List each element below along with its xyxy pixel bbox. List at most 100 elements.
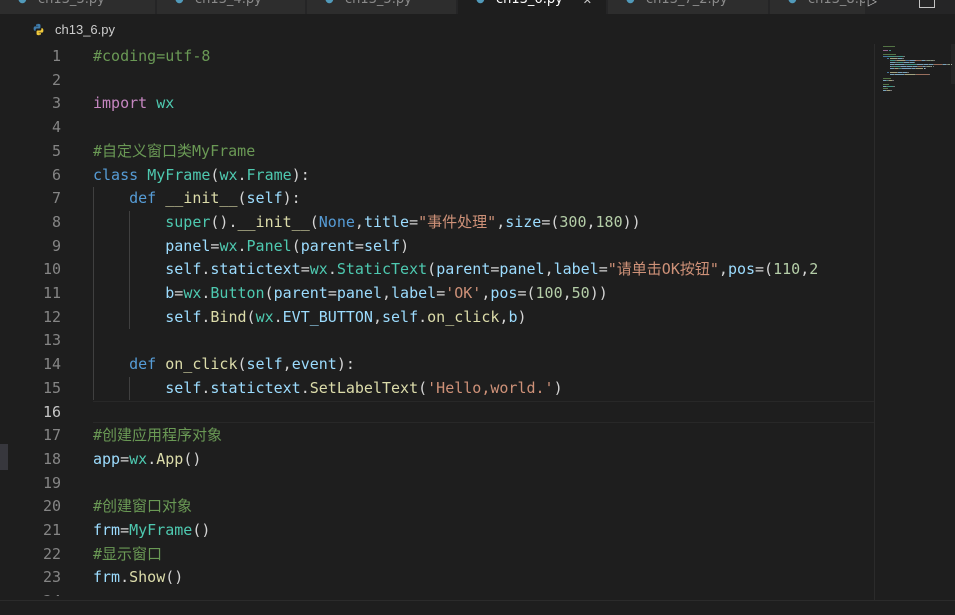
minimap-token [901, 58, 904, 59]
line-number: 9 [51, 236, 61, 255]
python-icon: ● [476, 0, 485, 5]
tab-ch13_3-py[interactable]: ● ch13_3.py [0, 0, 156, 14]
line-number: 12 [42, 307, 61, 326]
code-line[interactable]: class MyFrame(wx.Frame): [93, 164, 874, 187]
minimap-token [883, 50, 889, 51]
code-line[interactable]: app=wx.App() [93, 448, 874, 471]
tab-ch13_6-py[interactable]: ● ch13_6.py ✕ [458, 0, 607, 14]
indent-guide [129, 210, 131, 330]
minimap-token [883, 78, 892, 79]
code-line[interactable] [93, 590, 874, 596]
tab-ch13_8-py[interactable]: ● ch13_8.py [770, 0, 870, 14]
minimap-token [934, 64, 943, 65]
line-number: 16 [42, 402, 61, 421]
indent-guide [93, 187, 94, 401]
minimap-token [883, 88, 888, 89]
tab-label: ch13_8.py [808, 0, 869, 7]
python-icon: ● [626, 0, 635, 5]
code-editor[interactable]: #coding=utf-8 import wx #自定义窗口类MyFrame clas… [93, 44, 874, 596]
line-number: 14 [42, 355, 61, 374]
code-line[interactable]: self.statictext=wx.StaticText(parent=pan… [93, 258, 874, 281]
editor-actions: ▷ [865, 0, 955, 14]
line-number: 3 [51, 94, 61, 113]
code-line[interactable] [93, 116, 874, 139]
minimap[interactable] [874, 44, 955, 600]
minimap-token [894, 74, 904, 75]
line-number: 1 [51, 47, 61, 65]
code-line[interactable]: self.Bind(wx.EVT_BUTTON,self.on_click,b) [93, 306, 874, 329]
tab-label: ch13_3.py [38, 0, 105, 7]
code-line[interactable]: self.statictext.SetLabelText('Hello,worl… [93, 377, 874, 400]
minimap-token [886, 58, 890, 59]
line-number: 4 [51, 118, 61, 137]
minimap-token [913, 62, 915, 63]
line-number: 24 [0, 590, 61, 596]
minimap-token [894, 64, 904, 65]
minimap-token [889, 50, 892, 51]
tab-ch13_4-py[interactable]: ● ch13_4.py [157, 0, 306, 14]
split-editor-icon[interactable] [919, 0, 935, 8]
code-line[interactable]: b=wx.Button(parent=panel,label='OK',pos=… [93, 282, 874, 305]
code-line[interactable] [93, 401, 874, 424]
close-icon[interactable]: ✕ [583, 0, 592, 7]
tab-label: ch13_6.py [496, 0, 563, 7]
code-line[interactable]: #coding=utf-8 [93, 45, 874, 68]
minimap-token [886, 72, 890, 73]
python-icon [33, 23, 44, 36]
python-icon: ● [175, 0, 184, 5]
minimap-token [892, 86, 895, 87]
minimap-token [933, 60, 936, 61]
run-icon[interactable]: ▷ [868, 0, 877, 8]
minimap-token [951, 64, 953, 65]
minimap-token [883, 46, 895, 47]
line-number: 20 [42, 497, 61, 516]
line-number: 11 [42, 284, 61, 302]
python-icon: ● [325, 0, 334, 5]
minimap-token [916, 68, 924, 69]
line-number: 8 [51, 212, 61, 231]
code-line[interactable]: def on_click(self,event): [93, 353, 874, 376]
breadcrumb-file[interactable]: ch13_6.py [55, 22, 115, 37]
code-line[interactable]: def __init__(self): [93, 187, 874, 210]
code-line[interactable] [93, 329, 874, 352]
minimap-token [916, 74, 929, 75]
line-number: 23 [42, 568, 61, 587]
code-line[interactable]: panel=wx.Panel(parent=self) [93, 235, 874, 258]
minimap-token [883, 54, 896, 55]
minimap-token [932, 66, 935, 67]
python-icon: ● [18, 0, 27, 5]
line-number: 21 [42, 521, 61, 539]
tab-bar: ● ch13_3.py ● ch13_4.py ● ch13_5.py ● ch13_6.py… [0, 0, 955, 14]
line-number: 18 [42, 449, 61, 468]
minimap-token [890, 58, 898, 59]
minimap-token [890, 90, 892, 91]
line-number: 15 [42, 378, 61, 397]
horizontal-scrollbar[interactable] [0, 600, 955, 615]
line-number: 13 [42, 331, 61, 350]
tab-label: ch13_4.py [195, 0, 262, 7]
line-number-gutter: 123456789101112131415161718192021222324 [0, 44, 80, 604]
code-line[interactable]: super().__init__(None,title="事件处理",size=… [93, 211, 874, 234]
minimap-token [892, 80, 894, 81]
code-line[interactable] [93, 69, 874, 92]
line-number: 19 [42, 473, 61, 492]
tab-ch13_7_2-py[interactable]: ● ch13_7_2.py [608, 0, 769, 14]
minimap-token [907, 64, 917, 65]
code-line[interactable] [93, 472, 874, 495]
code-line[interactable]: #自定义窗口类MyFrame [93, 140, 874, 163]
tab-ch13_5-py[interactable]: ● ch13_5.py [307, 0, 457, 14]
breadcrumb: ch13_6.py [0, 14, 955, 44]
indent-guide [129, 376, 131, 401]
code-line[interactable]: import wx [93, 92, 874, 115]
code-line[interactable]: frm.Show() [93, 566, 874, 589]
tab-label: ch13_5.py [345, 0, 412, 7]
code-line[interactable]: frm=MyFrame() [93, 519, 874, 542]
code-line[interactable]: #显示窗口 [93, 543, 874, 566]
line-number: 17 [42, 426, 61, 445]
code-line[interactable]: #创建应用程序对象 [93, 424, 874, 447]
minimap-token [925, 68, 927, 69]
python-icon: ● [788, 0, 797, 5]
line-number: 10 [42, 260, 61, 279]
line-number: 6 [51, 165, 61, 184]
code-line[interactable]: #创建窗口对象 [93, 495, 874, 518]
